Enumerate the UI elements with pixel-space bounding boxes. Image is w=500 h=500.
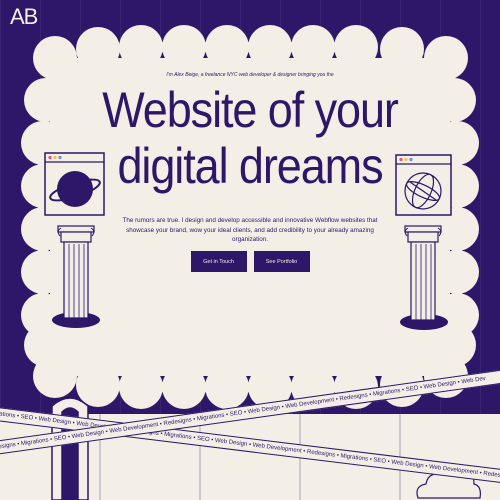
see-portfolio-button[interactable]: See Portfolio (253, 251, 310, 272)
site-logo[interactable]: AB (10, 4, 38, 30)
cta-row: Get in Touch See Portfolio (0, 251, 500, 272)
hero-headline: Website of your digital dreams (25, 82, 475, 194)
headline-line-2: digital dreams (117, 138, 383, 194)
hero-description: The rumors are true. I design and develo… (122, 217, 378, 243)
hero-intro: I'm Alex Beige, a freelance NYC web deve… (166, 72, 334, 78)
get-in-touch-button[interactable]: Get in Touch (190, 251, 247, 272)
headline-line-1: Website of your (102, 82, 399, 138)
arch-icon (51, 397, 89, 500)
